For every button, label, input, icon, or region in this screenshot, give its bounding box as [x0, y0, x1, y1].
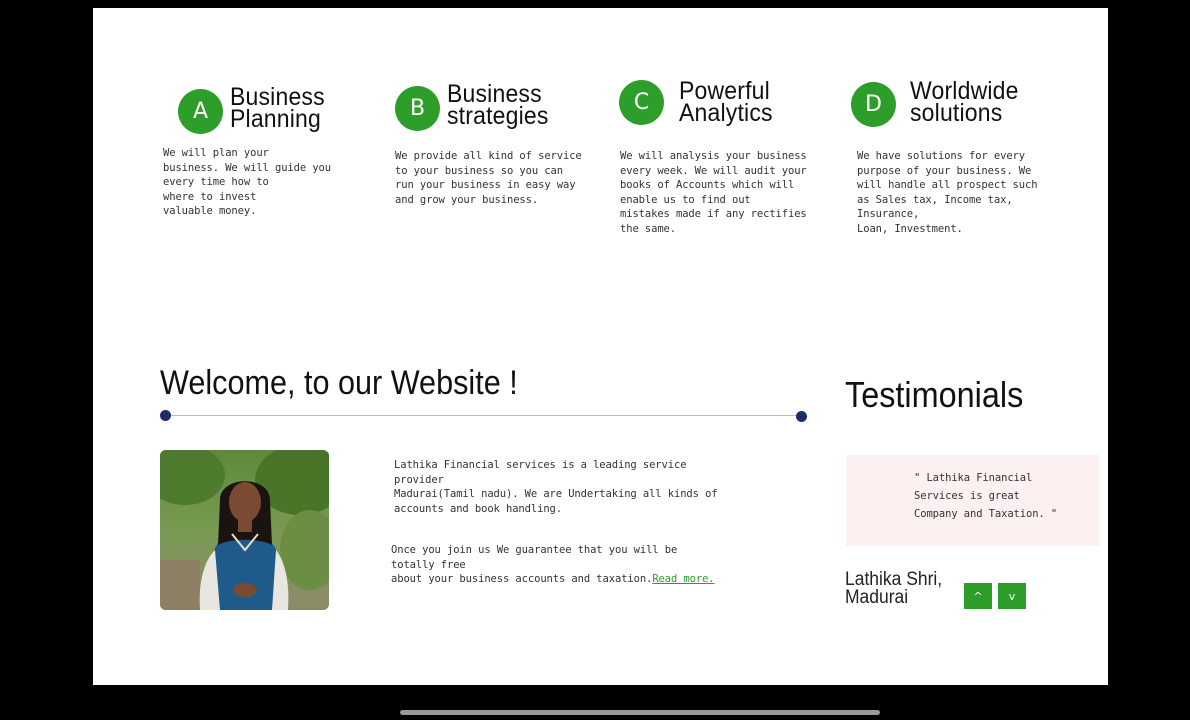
- profile-photo: [160, 450, 329, 610]
- chevron-up-icon: ^: [973, 589, 983, 603]
- feature-title: Powerful Analytics: [679, 79, 863, 127]
- feature-title-line2: Planning: [230, 105, 321, 133]
- welcome-divider: [165, 415, 801, 416]
- about-paragraph-2: Once you join us We guarantee that you w…: [391, 543, 721, 587]
- testimonial-next-button[interactable]: v: [998, 583, 1026, 609]
- testimonial-prev-button[interactable]: ^: [964, 583, 992, 609]
- testimonial-card: " Lathika Financial Services is great Co…: [846, 455, 1099, 546]
- badge-c-icon: C: [619, 80, 664, 125]
- badge-b-icon: B: [395, 86, 440, 131]
- about-paragraph-2-text: Once you join us We guarantee that you w…: [391, 544, 678, 586]
- chevron-down-icon: v: [1008, 589, 1016, 603]
- feature-description: We provide all kind of service to your b…: [395, 150, 582, 206]
- badge-a-icon: A: [178, 89, 223, 134]
- testimonial-quote: " Lathika Financial Services is great Co…: [914, 472, 1058, 520]
- feature-title: Business Planning: [230, 85, 414, 133]
- testimonial-author: Lathika Shri, Madurai: [845, 569, 943, 608]
- page: A Business Planning We will plan your bu…: [93, 8, 1108, 685]
- welcome-title: Welcome, to our Website !: [160, 364, 518, 402]
- feature-description: We will analysis your business every wee…: [620, 150, 807, 235]
- read-more-link[interactable]: Read more.: [652, 573, 714, 585]
- feature-description: We have solutions for every purpose of y…: [857, 150, 1038, 235]
- about-paragraph-1: Lathika Financial services is a leading …: [394, 459, 718, 515]
- feature-title: Business strategies: [447, 82, 631, 130]
- testimonials-title: Testimonials: [845, 374, 1024, 415]
- divider-dot-right: [796, 411, 807, 422]
- feature-description: We will plan your business. We will guid…: [163, 147, 331, 218]
- divider-dot-left: [160, 410, 171, 421]
- feature-title-line2: solutions: [910, 99, 1003, 127]
- profile-photo-image: [160, 450, 329, 610]
- feature-title-line2: Analytics: [679, 99, 773, 127]
- feature-title: Worldwide solutions: [910, 79, 1094, 127]
- home-indicator[interactable]: [400, 710, 880, 715]
- badge-d-icon: D: [851, 82, 896, 127]
- feature-title-line2: strategies: [447, 102, 549, 130]
